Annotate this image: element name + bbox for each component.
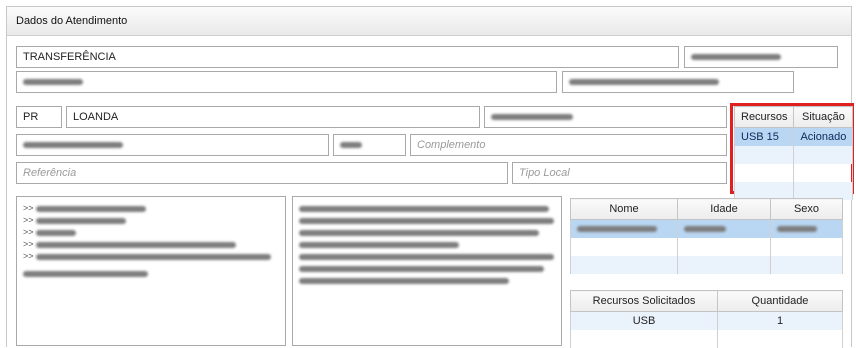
redacted-text	[36, 217, 127, 224]
location-type-field[interactable]: Tipo Local	[512, 162, 727, 184]
requester-name-field[interactable]	[16, 71, 557, 93]
redacted-text	[23, 142, 123, 149]
phone-field[interactable]	[684, 46, 838, 68]
city-field[interactable]: LOANDA	[66, 106, 480, 128]
redacted-text	[299, 205, 549, 212]
redacted-text	[577, 226, 657, 233]
quantity-column-header: Quantidade	[717, 290, 843, 312]
requested-resources-table: Recursos Solicitados Quantidade USB 1	[570, 290, 843, 348]
redacted-text	[36, 229, 77, 236]
redacted-text	[340, 142, 362, 149]
clinical-notes-box[interactable]	[292, 196, 562, 346]
redacted-text	[684, 226, 726, 233]
redacted-text	[23, 79, 83, 86]
notes-prefix: >>	[23, 251, 34, 261]
redacted-text	[299, 241, 459, 248]
panel-header: Dados do Atendimento	[7, 7, 851, 36]
redacted-text	[299, 217, 554, 224]
redacted-text	[491, 114, 573, 121]
name-column-header: Nome	[570, 198, 678, 220]
sex-column-header: Sexo	[770, 198, 843, 220]
redacted-text	[299, 277, 509, 284]
complement-field[interactable]: Complemento	[410, 134, 727, 156]
redacted-text	[23, 270, 148, 277]
redacted-text	[299, 265, 544, 272]
requested-resource-cell: USB	[570, 311, 718, 330]
resources-table: Recursos Situação USB 15 Acionado	[733, 106, 854, 200]
status-column-header: Situação	[793, 106, 854, 128]
redacted-text	[691, 54, 781, 61]
table-row[interactable]	[570, 256, 843, 274]
redacted-text	[299, 229, 539, 236]
redacted-text	[36, 241, 237, 248]
table-row[interactable]	[733, 164, 854, 182]
number-field[interactable]	[333, 134, 406, 156]
resources-column-header: Recursos	[733, 106, 795, 128]
contact-name-field[interactable]	[562, 71, 794, 93]
reference-field[interactable]: Referência	[16, 162, 508, 184]
quantity-cell: 1	[717, 311, 843, 330]
street-field[interactable]	[16, 134, 329, 156]
call-notes-box[interactable]: >> >> >> >> >>	[16, 196, 286, 346]
table-row[interactable]	[570, 330, 843, 348]
redacted-text	[299, 253, 554, 260]
neighborhood-field[interactable]	[484, 106, 727, 128]
table-row[interactable]	[570, 238, 843, 256]
resource-cell: USB 15	[733, 127, 795, 146]
panel-title: Dados do Atendimento	[16, 15, 128, 27]
notes-prefix: >>	[23, 239, 34, 249]
redacted-text	[569, 79, 719, 86]
table-row[interactable]: USB 1	[570, 311, 843, 330]
notes-prefix: >>	[23, 215, 34, 225]
state-field[interactable]: PR	[16, 106, 62, 128]
notes-prefix: >>	[23, 203, 34, 213]
age-column-header: Idade	[677, 198, 771, 220]
notes-prefix: >>	[23, 227, 34, 237]
status-cell: Acionado	[793, 127, 854, 146]
service-type-field[interactable]: TRANSFERÊNCIA	[16, 46, 679, 68]
redacted-text	[777, 226, 817, 233]
table-row[interactable]: USB 15 Acionado	[733, 127, 854, 146]
table-row[interactable]	[570, 219, 843, 238]
patient-table: Nome Idade Sexo	[570, 198, 843, 274]
table-row[interactable]	[733, 146, 854, 164]
requested-resources-column-header: Recursos Solicitados	[570, 290, 718, 312]
redacted-text	[36, 253, 272, 260]
redacted-text	[36, 205, 147, 212]
